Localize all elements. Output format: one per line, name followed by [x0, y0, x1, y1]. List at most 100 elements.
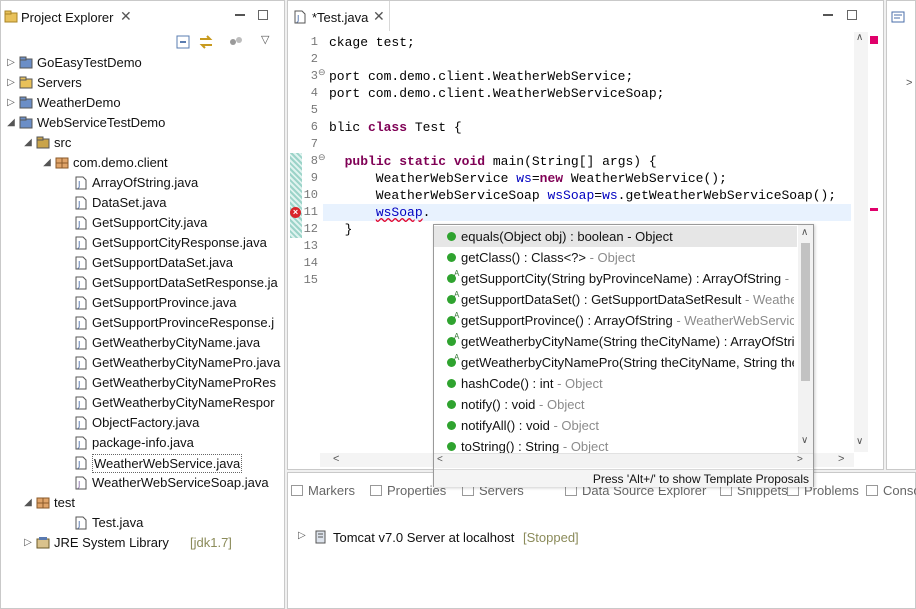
- tree-item[interactable]: ◢ test: [1, 493, 285, 513]
- code-line[interactable]: port com.demo.client.WeatherWebService;: [329, 68, 633, 85]
- maximize-icon[interactable]: [847, 10, 857, 20]
- code-line[interactable]: WeatherWebServiceSoap wsSoap=ws.getWeath…: [329, 187, 836, 204]
- error-marker[interactable]: [870, 36, 878, 44]
- editor-vertical-scrollbar[interactable]: ∧ ∨: [854, 32, 868, 452]
- collapsed-arrow-icon[interactable]: ▷: [23, 533, 33, 553]
- tree-item[interactable]: ◢ WebServiceTestDemo: [1, 113, 285, 133]
- proposal-item[interactable]: AgetSupportDataSet() : GetSupportDataSet…: [434, 289, 794, 310]
- collapsed-arrow-icon[interactable]: ▷: [6, 53, 16, 73]
- expanded-arrow-icon[interactable]: ◢: [23, 493, 33, 513]
- bottom-tab[interactable]: Markers: [291, 483, 355, 498]
- tree-item[interactable]: ▷ Servers: [1, 73, 285, 93]
- package-icon: [36, 497, 50, 509]
- tree-item[interactable]: ◢ com.demo.client: [1, 153, 285, 173]
- tree-item[interactable]: Jpackage-info.java: [1, 433, 285, 453]
- tree-item[interactable]: J ArrayOfString.java: [1, 173, 285, 193]
- svg-text:J: J: [77, 200, 80, 209]
- proposal-declaring-type: - Object: [586, 250, 636, 265]
- code-line[interactable]: port com.demo.client.WeatherWebServiceSo…: [329, 85, 664, 102]
- minimize-icon[interactable]: [235, 14, 245, 16]
- tree-item[interactable]: J GetSupportProvince.java: [1, 293, 285, 313]
- collapse-all-icon[interactable]: [176, 35, 190, 49]
- tree-item[interactable]: J Test.java: [1, 513, 285, 533]
- focus-icon[interactable]: [229, 36, 243, 48]
- proposal-item[interactable]: equals(Object obj) : boolean - Object: [434, 226, 797, 247]
- tree-item[interactable]: J DataSet.java: [1, 193, 285, 213]
- overview-ruler: [868, 32, 880, 452]
- minimize-icon[interactable]: [823, 14, 833, 16]
- explorer-tab[interactable]: Project Explorer ✕: [1, 1, 141, 31]
- fold-icon[interactable]: ⊖: [318, 67, 326, 78]
- scroll-left-icon[interactable]: <: [333, 453, 339, 465]
- tree-item[interactable]: ▷ JRE System Library [jdk1.7]: [1, 533, 285, 553]
- server-row[interactable]: ▷ Tomcat v7.0 Server at localhost [Stopp…: [298, 528, 698, 548]
- error-line-marker[interactable]: [870, 208, 878, 211]
- code-line[interactable]: blic class Test {: [329, 119, 462, 136]
- tree-item[interactable]: J GetSupportCity.java: [1, 213, 285, 233]
- code-line[interactable]: public static void main(String[] args) {: [329, 153, 657, 170]
- fold-icon[interactable]: ⊖: [318, 152, 326, 163]
- close-icon[interactable]: ✕: [373, 8, 385, 25]
- scroll-right-icon[interactable]: >: [797, 454, 803, 465]
- link-with-editor-icon[interactable]: [198, 35, 214, 49]
- tree-item[interactable]: J GetSupportDataSet.java: [1, 253, 285, 273]
- svg-text:J: J: [77, 240, 80, 249]
- proposal-item[interactable]: AgetSupportProvince() : ArrayOfString - …: [434, 310, 794, 331]
- maximize-icon[interactable]: [258, 10, 268, 20]
- proposal-item[interactable]: AgetWeatherbyCityName(String theCityName…: [434, 331, 794, 352]
- proposal-item[interactable]: hashCode() : int - Object: [434, 373, 794, 394]
- proposal-item[interactable]: notify() : void - Object: [434, 394, 794, 415]
- tree-item-label: GoEasyTestDemo: [37, 55, 142, 70]
- java-icon: J: [75, 256, 87, 270]
- collapsed-arrow-icon[interactable]: ▷: [6, 93, 16, 113]
- tree-item[interactable]: J WeatherWebService.java: [1, 453, 285, 473]
- tree-item[interactable]: J ObjectFactory.java: [1, 413, 285, 433]
- code-line[interactable]: ckage test;: [329, 34, 415, 51]
- proposal-item[interactable]: AgetSupportCity(String byProvinceName) :…: [434, 268, 794, 289]
- proposal-hscrollbar[interactable]: < >: [434, 453, 813, 468]
- proposal-item[interactable]: notifyAll() : void - Object: [434, 415, 794, 436]
- proposal-label: getWeatherbyCityName(String theCityName)…: [461, 334, 794, 349]
- tree-item[interactable]: ◢ src: [1, 133, 285, 153]
- svg-text:J: J: [77, 380, 80, 389]
- code-line[interactable]: }: [329, 221, 353, 238]
- tree-item[interactable]: J GetWeatherbyCityNameRespor: [1, 393, 285, 413]
- scroll-up-icon[interactable]: ∧: [801, 227, 808, 238]
- scroll-left-icon[interactable]: <: [437, 454, 443, 465]
- server-icon: [315, 530, 326, 544]
- proposal-scrollbar[interactable]: ∧ ∨: [798, 225, 813, 453]
- more-views-icon[interactable]: >: [906, 77, 912, 89]
- outline-icon[interactable]: [891, 10, 905, 24]
- expanded-arrow-icon[interactable]: ◢: [42, 153, 52, 173]
- editor-tab-test-java[interactable]: J *Test.java ✕: [288, 1, 390, 31]
- svg-text:J: J: [77, 340, 80, 349]
- close-icon[interactable]: ✕: [120, 8, 132, 25]
- collapsed-arrow-icon[interactable]: ▷: [6, 73, 16, 93]
- expand-arrow-icon[interactable]: ▷: [298, 530, 306, 541]
- proposal-item[interactable]: getClass() : Class<?> - Object: [434, 247, 794, 268]
- tree-item[interactable]: ▷ GoEasyTestDemo: [1, 53, 285, 73]
- scroll-thumb[interactable]: [801, 243, 810, 381]
- server-name: Tomcat v7.0 Server at localhost: [333, 530, 515, 545]
- expanded-arrow-icon[interactable]: ◢: [23, 133, 33, 153]
- view-menu-icon[interactable]: ▽: [261, 33, 269, 46]
- tree-item[interactable]: J GetWeatherbyCityNamePro.java: [1, 353, 285, 373]
- line-number: 8: [310, 154, 318, 168]
- abstract-marker-icon: A: [454, 353, 460, 362]
- scroll-up-icon[interactable]: ∧: [856, 32, 863, 43]
- tree-item[interactable]: J GetSupportDataSetResponse.ja: [1, 273, 285, 293]
- tree-item[interactable]: ▷ WeatherDemo: [1, 93, 285, 113]
- tree-item[interactable]: J GetSupportProvinceResponse.j: [1, 313, 285, 333]
- tree-item[interactable]: J GetWeatherbyCityNameProRes: [1, 373, 285, 393]
- scroll-down-icon[interactable]: ∨: [856, 436, 863, 447]
- expanded-arrow-icon[interactable]: ◢: [6, 113, 16, 133]
- code-line[interactable]: WeatherWebService ws=new WeatherWebServi…: [329, 170, 727, 187]
- code-line[interactable]: wsSoap.: [329, 204, 431, 221]
- tree-item[interactable]: J GetWeatherbyCityName.java: [1, 333, 285, 353]
- scroll-down-icon[interactable]: ∨: [801, 435, 808, 446]
- bottom-tab[interactable]: Console: [866, 483, 916, 498]
- scroll-right-icon[interactable]: >: [838, 453, 844, 465]
- proposal-item[interactable]: AgetWeatherbyCityNamePro(String theCityN…: [434, 352, 794, 373]
- tree-item[interactable]: J GetSupportCityResponse.java: [1, 233, 285, 253]
- tree-item[interactable]: J WeatherWebServiceSoap.java: [1, 473, 285, 493]
